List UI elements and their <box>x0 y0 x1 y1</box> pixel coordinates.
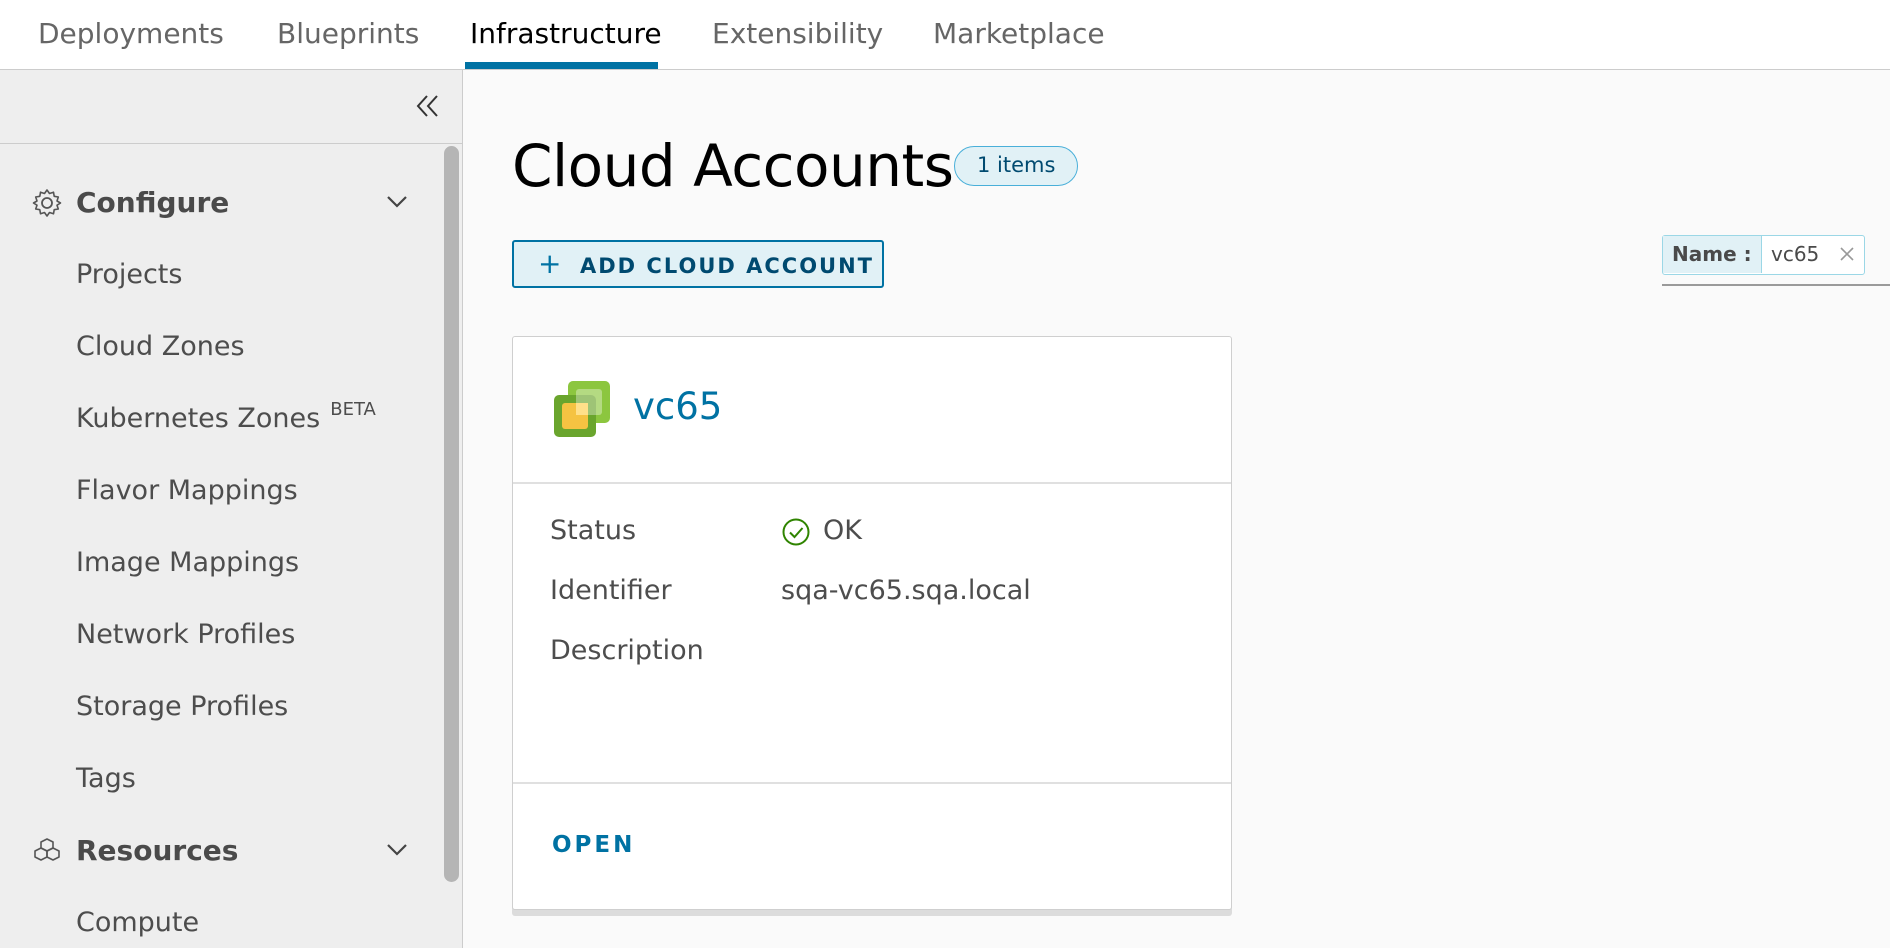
divider <box>513 782 1231 784</box>
gear-icon <box>32 189 62 217</box>
close-icon[interactable] <box>1837 244 1857 264</box>
page-title: Cloud Accounts <box>512 132 954 200</box>
divider <box>513 482 1231 484</box>
sidebar-collapse-bar <box>0 70 463 144</box>
chevron-down-icon <box>387 844 407 856</box>
sidebar-item-network-profiles[interactable]: Network Profiles <box>76 619 295 650</box>
filter-key: Name : <box>1663 236 1762 273</box>
sidebar-item-kubernetes-zones[interactable]: Kubernetes Zones BETA <box>76 399 376 434</box>
sidebar-item-label: Kubernetes Zones <box>76 403 321 434</box>
sidebar: Configure Projects Cloud Zones Kubernete… <box>0 70 463 948</box>
sidebar-scrollbar-thumb[interactable] <box>444 146 459 882</box>
identifier-label: Identifier <box>550 575 672 606</box>
status-value: OK <box>823 515 862 546</box>
tab-infrastructure[interactable]: Infrastructure <box>470 0 662 70</box>
plus-icon: + <box>538 247 562 280</box>
sidebar-item-image-mappings[interactable]: Image Mappings <box>76 547 299 578</box>
add-cloud-account-label: ADD CLOUD ACCOUNT <box>580 254 874 278</box>
open-button[interactable]: OPEN <box>552 832 635 858</box>
sidebar-item-compute[interactable]: Compute <box>76 907 199 938</box>
beta-badge: BETA <box>330 399 376 420</box>
cubes-icon <box>34 838 60 861</box>
cloud-account-name-link[interactable]: vc65 <box>633 385 722 428</box>
tab-marketplace[interactable]: Marketplace <box>933 0 1105 70</box>
top-nav: Deployments Blueprints Infrastructure Ex… <box>0 0 1890 70</box>
active-tab-indicator <box>465 62 658 69</box>
cloud-account-card: vc65 Status OK Identifier sqa-vc65.sqa.l… <box>512 336 1232 910</box>
tab-extensibility[interactable]: Extensibility <box>712 0 883 70</box>
tab-blueprints[interactable]: Blueprints <box>277 0 419 70</box>
sidebar-item-tags[interactable]: Tags <box>76 763 136 794</box>
sidebar-item-projects[interactable]: Projects <box>76 259 182 290</box>
count-badge: 1 items <box>954 146 1079 186</box>
sidebar-section-label: Configure <box>76 186 230 219</box>
status-label: Status <box>550 515 637 546</box>
chevron-down-icon <box>387 196 407 208</box>
identifier-value: sqa-vc65.sqa.local <box>781 575 1031 606</box>
double-chevron-left-icon[interactable] <box>414 92 442 120</box>
add-cloud-account-button[interactable]: + ADD CLOUD ACCOUNT <box>512 240 884 288</box>
sidebar-item-flavor-mappings[interactable]: Flavor Mappings <box>76 475 298 506</box>
sidebar-section-configure[interactable]: Configure <box>0 174 440 234</box>
description-label: Description <box>550 635 704 666</box>
filter-input-underline <box>1662 284 1890 286</box>
sidebar-section-label: Resources <box>76 834 239 867</box>
filter-value: vc65 <box>1771 242 1820 266</box>
sidebar-item-storage-profiles[interactable]: Storage Profiles <box>76 691 288 722</box>
sidebar-section-resources[interactable]: Resources <box>0 822 440 882</box>
filter-chip[interactable]: Name : vc65 <box>1662 235 1865 275</box>
check-circle-icon <box>782 518 810 546</box>
tab-deployments[interactable]: Deployments <box>38 0 224 70</box>
sidebar-item-cloud-zones[interactable]: Cloud Zones <box>76 331 245 362</box>
vsphere-logo <box>554 381 610 437</box>
